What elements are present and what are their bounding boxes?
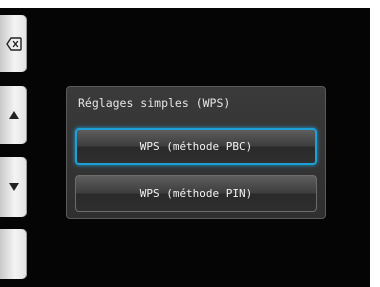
back-button[interactable] xyxy=(0,15,27,72)
wps-dialog: Réglages simples (WPS) WPS (méthode PBC)… xyxy=(66,86,326,219)
arrow-up-icon xyxy=(8,111,19,119)
arrow-down-icon xyxy=(8,183,19,191)
dialog-title: Réglages simples (WPS) xyxy=(78,96,231,110)
wps-pbc-option-button[interactable]: WPS (méthode PBC) xyxy=(75,128,317,165)
scroll-up-button[interactable] xyxy=(0,86,27,144)
backspace-icon xyxy=(5,36,22,51)
extra-side-button[interactable] xyxy=(0,229,27,279)
option-label: WPS (méthode PBC) xyxy=(139,140,253,153)
scroll-down-button[interactable] xyxy=(0,157,27,217)
device-screen: Réglages simples (WPS) WPS (méthode PBC)… xyxy=(0,0,380,287)
option-label: WPS (méthode PIN) xyxy=(139,187,253,200)
wps-pin-option-button[interactable]: WPS (méthode PIN) xyxy=(75,175,317,212)
